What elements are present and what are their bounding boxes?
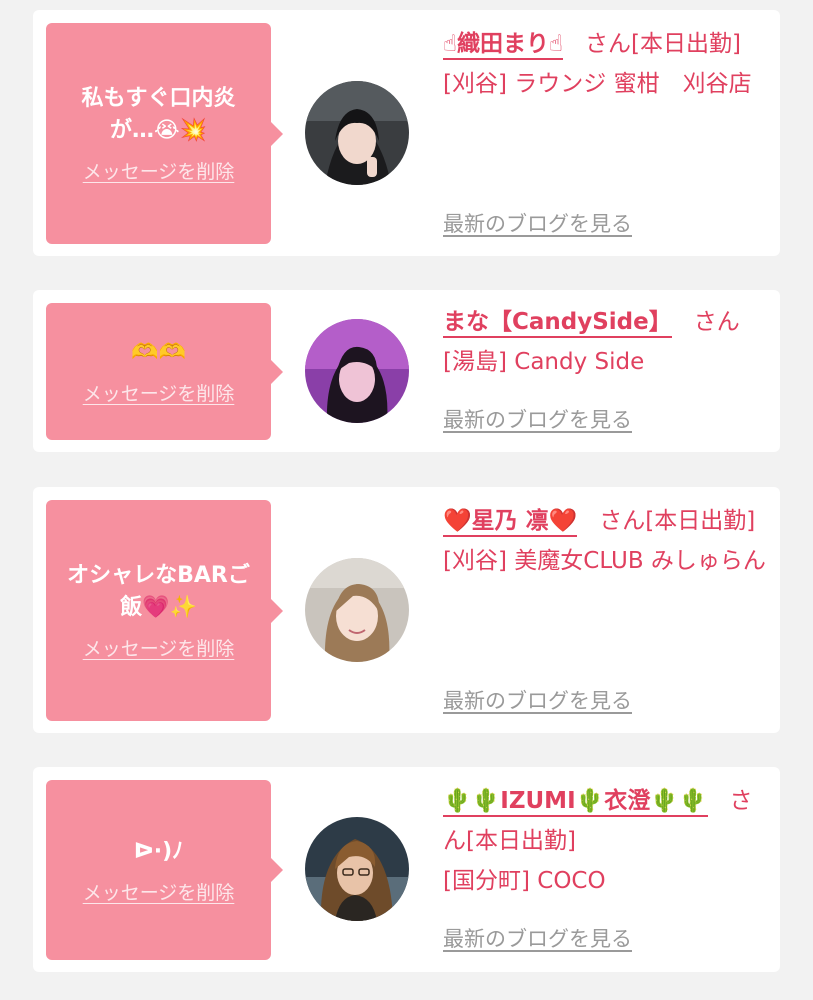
blog-row: 最新のブログを見る (443, 919, 768, 959)
message-text: 🫶🫶 (131, 340, 186, 365)
message-text: オシャレなBARご飯💗✨ (67, 563, 250, 620)
cast-info: まな【CandySide】 さん [湯島] Candy Side (443, 302, 768, 382)
avatar[interactable] (305, 81, 409, 185)
cast-name-link[interactable]: ☝織田まり☝ (443, 31, 564, 60)
avatar[interactable] (305, 817, 409, 921)
shop-name: [刈谷] ラウンジ 蜜柑 刈谷店 (443, 71, 752, 97)
work-status: [本日出勤] (466, 828, 576, 854)
latest-blog-link[interactable]: 最新のブログを見る (443, 212, 632, 236)
latest-blog-link[interactable]: 最新のブログを見る (443, 927, 632, 951)
message-card: 私もすぐ口内炎が…😭💥 メッセージを削除 ☝織田まり☝ さん[本日出勤] [刈谷]… (33, 10, 780, 256)
delete-message-link[interactable]: メッセージを削除 (83, 379, 235, 406)
avatar[interactable] (305, 319, 409, 423)
cast-name-link[interactable]: まな【CandySide】 (443, 309, 672, 338)
shop-name: [国分町] COCO (443, 868, 606, 894)
work-status: [本日出勤] (645, 508, 756, 534)
honorific: さん (693, 309, 740, 335)
delete-message-link[interactable]: メッセージを削除 (83, 634, 235, 661)
message-card: 🫶🫶 メッセージを削除 まな【CandySide】 さん [湯島] Candy S… (33, 290, 780, 452)
message-bubble: 🫶🫶 メッセージを削除 (46, 303, 283, 440)
blog-row: 最新のブログを見る (443, 681, 768, 721)
message-text: 私もすぐ口内炎が…😭💥 (81, 86, 236, 143)
message-bubble: ᐅ·)ﾉ メッセージを削除 (46, 780, 283, 960)
shop-name: [湯島] Candy Side (443, 349, 645, 375)
avatar[interactable] (305, 558, 409, 662)
honorific: さん (599, 508, 646, 534)
delete-message-link[interactable]: メッセージを削除 (83, 157, 235, 184)
message-bubble: 私もすぐ口内炎が…😭💥 メッセージを削除 (46, 23, 283, 244)
cast-info: ☝織田まり☝ さん[本日出勤] [刈谷] ラウンジ 蜜柑 刈谷店 (443, 24, 768, 104)
message-card: ᐅ·)ﾉ メッセージを削除 🌵🌵IZUMI🌵衣澄🌵🌵 さん[本日出勤] [国分町]… (33, 767, 780, 972)
shop-name: [刈谷] 美魔女CLUB みしゅらん (443, 548, 766, 574)
message-card: オシャレなBARご飯💗✨ メッセージを削除 ❤️星乃 凛❤️ さん[本日出勤] [… (33, 487, 780, 733)
message-text: ᐅ·)ﾉ (133, 838, 184, 864)
cast-name-link[interactable]: ❤️星乃 凛❤️ (443, 508, 578, 537)
cast-info: 🌵🌵IZUMI🌵衣澄🌵🌵 さん[本日出勤] [国分町] COCO (443, 781, 768, 901)
cast-info: ❤️星乃 凛❤️ さん[本日出勤] [刈谷] 美魔女CLUB みしゅらん (443, 501, 768, 581)
honorific: さん (585, 31, 632, 57)
blog-row: 最新のブログを見る (443, 204, 768, 244)
latest-blog-link[interactable]: 最新のブログを見る (443, 689, 632, 713)
cast-name-link[interactable]: 🌵🌵IZUMI🌵衣澄🌵🌵 (443, 788, 708, 817)
latest-blog-link[interactable]: 最新のブログを見る (443, 408, 632, 432)
message-bubble: オシャレなBARご飯💗✨ メッセージを削除 (46, 500, 283, 721)
blog-row: 最新のブログを見る (443, 400, 768, 440)
delete-message-link[interactable]: メッセージを削除 (83, 878, 235, 905)
work-status: [本日出勤] (631, 31, 741, 57)
